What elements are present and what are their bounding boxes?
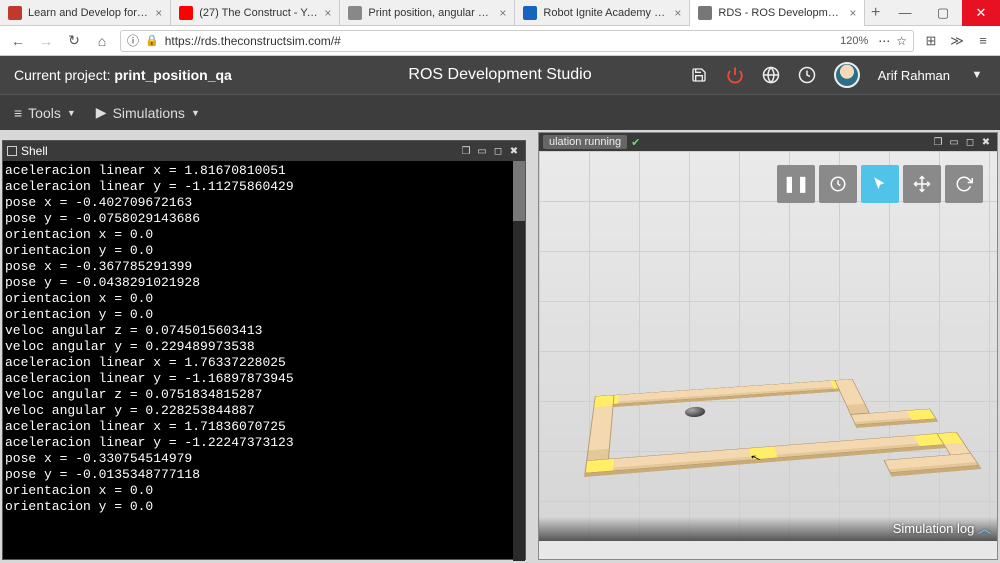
- tab-label: (27) The Construct - YouTube: [199, 7, 318, 19]
- robot-sphere: [685, 406, 706, 418]
- home-button[interactable]: ⌂: [92, 33, 112, 49]
- clock-icon[interactable]: [798, 66, 816, 84]
- project-name: print_position_qa: [114, 67, 231, 83]
- simulation-log-toggle[interactable]: Simulation log ︿: [893, 518, 991, 537]
- save-icon[interactable]: [690, 66, 708, 84]
- favicon: [179, 6, 193, 20]
- browser-tab-active[interactable]: RDS - ROS Development Studio ×: [690, 0, 865, 26]
- panel-close-icon[interactable]: ✖: [507, 144, 521, 158]
- back-button[interactable]: ←: [8, 33, 28, 49]
- maximize-button[interactable]: ▢: [924, 0, 962, 26]
- select-tool-button[interactable]: [861, 165, 899, 203]
- overflow-icon[interactable]: ≫: [948, 33, 966, 49]
- reload-button[interactable]: ↻: [64, 32, 84, 49]
- user-name[interactable]: Arif Rahman: [878, 68, 950, 83]
- wall: [834, 379, 870, 415]
- browser-tab[interactable]: Learn and Develop for Robots ×: [0, 0, 171, 26]
- wall: [594, 379, 857, 406]
- chevron-down-icon: ▼: [191, 108, 200, 118]
- simulation-viewport[interactable]: ❚❚ ↖ Simulation log ︿: [539, 151, 997, 541]
- toolbar-end: ⊞ ≫ ≡: [922, 33, 992, 49]
- zoom-level[interactable]: 120%: [836, 35, 872, 47]
- check-icon: ✔: [631, 136, 640, 149]
- library-icon[interactable]: ⊞: [922, 33, 940, 49]
- shell-title: Shell: [21, 144, 48, 158]
- avatar[interactable]: [834, 62, 860, 88]
- menu-icon[interactable]: ≡: [974, 33, 992, 49]
- tab-label: Print position, angular acceleration: [368, 7, 493, 19]
- info-icon[interactable]: ⓘ: [127, 32, 139, 49]
- close-icon[interactable]: ×: [155, 6, 162, 20]
- terminal-scrollbar[interactable]: [513, 161, 525, 561]
- close-icon[interactable]: ×: [499, 6, 506, 20]
- current-project: Current project: print_position_qa: [14, 67, 232, 83]
- favicon: [348, 6, 362, 20]
- sim-status: ulation running: [543, 135, 627, 149]
- minimize-button[interactable]: —: [886, 0, 924, 26]
- rotate-tool-button[interactable]: [945, 165, 983, 203]
- terminal-output[interactable]: aceleracion linear x = 1.81670810051 ace…: [3, 161, 525, 561]
- favicon: [698, 6, 712, 20]
- main-area: Shell ❐ ▭ ◻ ✖ aceleracion linear x = 1.8…: [0, 130, 1000, 563]
- tab-label: RDS - ROS Development Studio: [718, 7, 843, 19]
- sim-toolbar: ❚❚: [777, 165, 983, 203]
- power-icon[interactable]: [726, 66, 744, 84]
- more-icon[interactable]: ⋯: [878, 34, 890, 48]
- close-icon[interactable]: ×: [324, 6, 331, 20]
- browser-navbar: ← → ↻ ⌂ ⓘ 🔒 https://rds.theconstructsim.…: [0, 26, 1000, 56]
- new-tab-button[interactable]: +: [865, 4, 886, 22]
- app-menubar: ≡ Tools ▼ ▶ Simulations ▼: [0, 94, 1000, 130]
- tab-label: Learn and Develop for Robots: [28, 7, 149, 19]
- simulations-label: Simulations: [113, 105, 185, 121]
- browser-tab[interactable]: Print position, angular acceleration ×: [340, 0, 515, 26]
- forward-button[interactable]: →: [36, 33, 56, 49]
- lock-icon: 🔒: [145, 34, 159, 47]
- address-bar[interactable]: ⓘ 🔒 https://rds.theconstructsim.com/# 12…: [120, 30, 914, 52]
- tab-label: Robot Ignite Academy - ROS L…: [543, 7, 668, 19]
- studio-title: ROS Development Studio: [408, 66, 591, 84]
- window-controls: — ▢ ✕: [886, 0, 1000, 26]
- move-tool-button[interactable]: [903, 165, 941, 203]
- url-text: https://rds.theconstructsim.com/#: [165, 34, 341, 48]
- wall: [884, 453, 980, 473]
- panel-minimize-icon[interactable]: ▭: [947, 135, 961, 149]
- favicon: [523, 6, 537, 20]
- scrollbar-thumb[interactable]: [513, 161, 525, 221]
- globe-icon[interactable]: [762, 66, 780, 84]
- panel-close-icon[interactable]: ✖: [979, 135, 993, 149]
- maze-scene: ↖: [532, 359, 1000, 522]
- close-icon[interactable]: ×: [849, 6, 856, 20]
- simulations-menu[interactable]: ▶ Simulations ▼: [96, 104, 200, 121]
- tools-label: Tools: [28, 105, 61, 121]
- pause-button[interactable]: ❚❚: [777, 165, 815, 203]
- panel-maximize-icon[interactable]: ◻: [963, 135, 977, 149]
- hamburger-icon: ≡: [14, 105, 22, 121]
- sim-titlebar[interactable]: ulation running ✔ ❐ ▭ ◻ ✖: [539, 133, 997, 151]
- close-icon[interactable]: ×: [674, 6, 681, 20]
- browser-tab[interactable]: Robot Ignite Academy - ROS L… ×: [515, 0, 690, 26]
- clock-tool-button[interactable]: [819, 165, 857, 203]
- panel-restore-icon[interactable]: ❐: [459, 144, 473, 158]
- project-label: Current project:: [14, 67, 110, 83]
- bookmark-icon[interactable]: ☆: [896, 34, 907, 48]
- panel-minimize-icon[interactable]: ▭: [475, 144, 489, 158]
- browser-tab[interactable]: (27) The Construct - YouTube ×: [171, 0, 340, 26]
- chevron-down-icon: ▼: [67, 108, 76, 118]
- browser-tab-strip: Learn and Develop for Robots × (27) The C…: [0, 0, 1000, 26]
- tools-menu[interactable]: ≡ Tools ▼: [14, 105, 76, 121]
- play-icon: ▶: [96, 104, 107, 121]
- simulation-log-label: Simulation log: [893, 521, 975, 536]
- panel-restore-icon[interactable]: ❐: [931, 135, 945, 149]
- simulation-panel: ulation running ✔ ❐ ▭ ◻ ✖ ❚❚: [538, 132, 998, 560]
- shell-panel: Shell ❐ ▭ ◻ ✖ aceleracion linear x = 1.8…: [2, 140, 526, 560]
- cursor-icon: ↖: [749, 453, 763, 464]
- panel-maximize-icon[interactable]: ◻: [491, 144, 505, 158]
- close-window-button[interactable]: ✕: [962, 0, 1000, 26]
- window-icon: [7, 146, 17, 156]
- shell-titlebar[interactable]: Shell ❐ ▭ ◻ ✖: [3, 141, 525, 161]
- app-header: Current project: print_position_qa ROS D…: [0, 56, 1000, 94]
- favicon: [8, 6, 22, 20]
- chevron-up-icon: ︿: [978, 521, 991, 536]
- chevron-down-icon[interactable]: ▼: [968, 66, 986, 84]
